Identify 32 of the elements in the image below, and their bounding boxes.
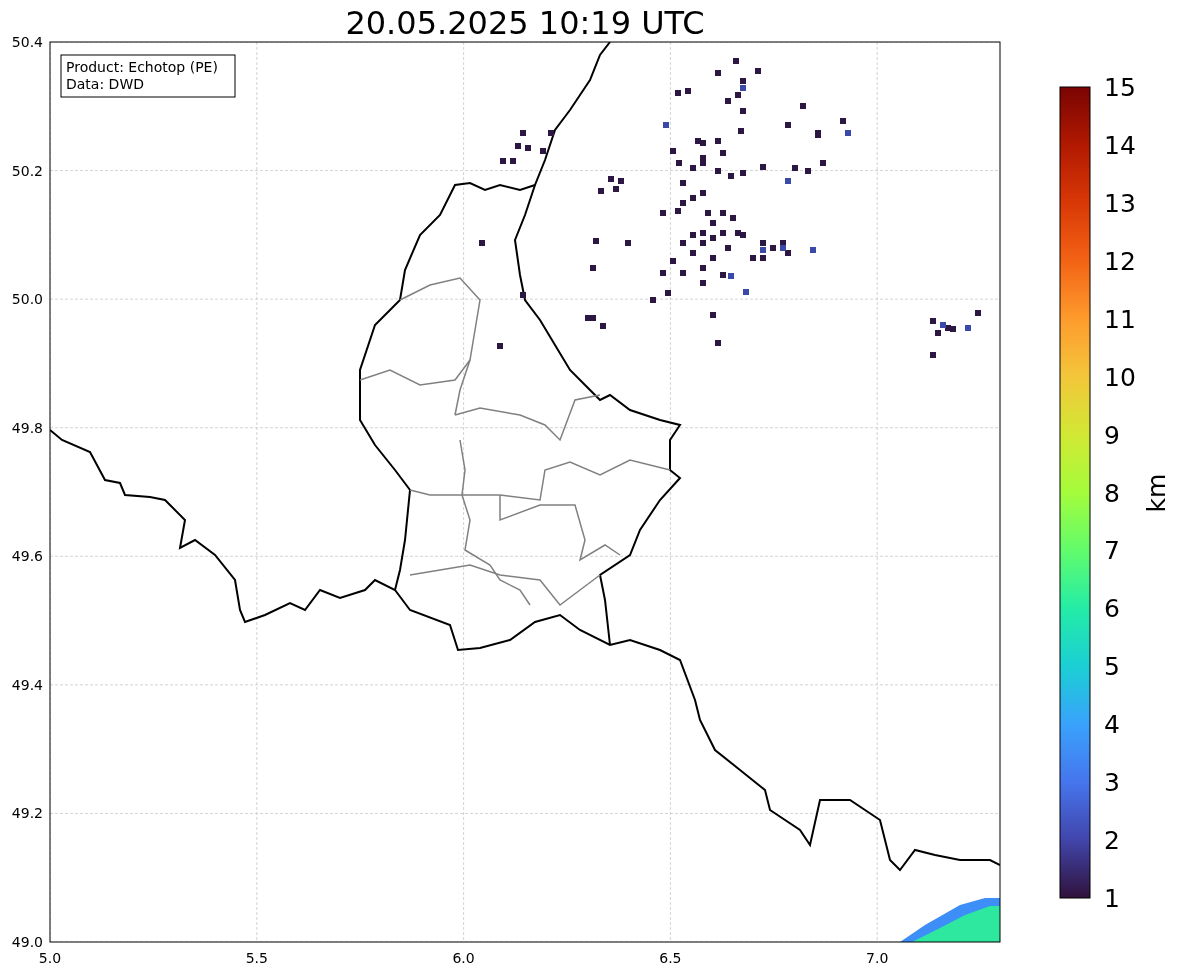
y-tick-label: 49.2 [11, 805, 43, 822]
colorbar-tick-label: 15 [1104, 73, 1136, 102]
y-tick-label: 50.2 [11, 162, 43, 179]
legend-text: Data: DWD [66, 76, 144, 92]
legend-text: Product: Echotop (PE) [66, 59, 218, 75]
colorbar-tick-label: 11 [1104, 304, 1136, 334]
colorbar-tick-label: 5 [1104, 652, 1120, 682]
colorbar-tick-label: 12 [1104, 246, 1136, 276]
colorbar-tick-label: 14 [1104, 130, 1136, 160]
colorbar-tick-label: 3 [1104, 768, 1120, 798]
colorbar-tick-label: 1 [1104, 884, 1120, 913]
figure-title: 20.05.2025 10:19 UTC [345, 4, 705, 42]
y-tick-label: 50.4 [11, 34, 43, 50]
colorbar-tick-label: 9 [1104, 420, 1120, 450]
colorbar-tick-label: 13 [1104, 188, 1136, 218]
x-tick-label: 7.0 [866, 950, 889, 966]
x-tick-label: 6.5 [659, 950, 682, 966]
x-tick-label: 6.0 [452, 950, 475, 966]
colorbar-label: km [1142, 473, 1171, 513]
colorbar-tick-label: 7 [1104, 536, 1120, 566]
colorbar-tick-label: 6 [1104, 594, 1120, 624]
colorbar-tick-label: 10 [1104, 362, 1136, 392]
y-tick-label: 49.6 [11, 548, 43, 565]
y-tick-label: 50.0 [11, 291, 43, 308]
x-tick-label: 5.5 [245, 950, 268, 966]
colorbar-tick-label: 8 [1104, 478, 1120, 508]
colorbar-tick-label: 4 [1104, 710, 1120, 740]
x-tick-label: 5.0 [38, 950, 62, 966]
y-tick-label: 49.0 [11, 934, 43, 950]
colorbar-tick-label: 2 [1104, 826, 1120, 856]
y-tick-label: 49.8 [11, 419, 43, 436]
y-tick-label: 49.4 [11, 676, 43, 693]
